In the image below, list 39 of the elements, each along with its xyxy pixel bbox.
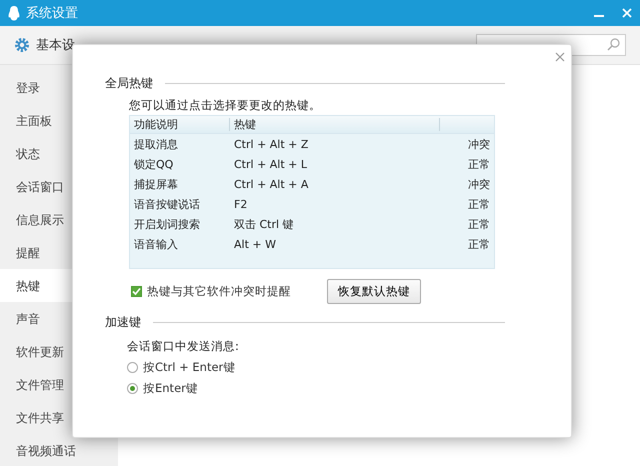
table-cell[interactable]: 语音按键说话 — [130, 196, 230, 212]
section-heading: 加速键 — [105, 314, 141, 331]
sidebar-item[interactable]: 状态 — [0, 137, 118, 170]
table-cell[interactable]: F2 — [230, 198, 440, 210]
table-cell[interactable]: 捕捉屏幕 — [130, 176, 230, 192]
sidebar-item[interactable]: 音视频通话 — [0, 434, 118, 466]
table-cell[interactable]: Ctrl + Alt + Z — [230, 138, 440, 150]
table-cell[interactable]: Alt + W — [230, 238, 440, 250]
sidebar-item[interactable]: 文件共享 — [0, 401, 118, 434]
table-cell-text: 正常 — [467, 216, 490, 232]
table-cell-text: 冲突 — [467, 136, 490, 152]
restore-button[interactable]: 恢复默认热键 — [327, 279, 421, 304]
table-cell[interactable]: Ctrl + Alt + A — [230, 178, 440, 190]
table-cell[interactable]: Ctrl + Alt + L — [230, 158, 440, 170]
hint-text: 您可以通过点击选择要更改的热键。 — [129, 98, 322, 113]
option-label: 会话窗口中发送消息: — [127, 339, 240, 354]
sidebar-item[interactable]: 会话窗口 — [0, 170, 118, 203]
table-cell[interactable]: 锁定QQ — [130, 156, 230, 172]
table-cell[interactable]: 语音输入 — [130, 236, 230, 252]
table-cell[interactable]: 开启划词搜索 — [130, 216, 230, 232]
sidebar-item[interactable]: 文件管理 — [0, 368, 118, 401]
table-cell[interactable]: 提取消息 — [130, 136, 230, 152]
settings-tab[interactable]: 基本设 — [14, 36, 75, 54]
window-title: 系统设置 — [26, 5, 78, 22]
checkbox-label[interactable]: 热键与其它软件冲突时提醒 — [147, 284, 291, 299]
table-cell-text: 正常 — [467, 156, 490, 172]
sidebar-item[interactable]: 软件更新 — [0, 335, 118, 368]
radio-button[interactable]: 按Enter键 — [127, 381, 198, 396]
table-cell[interactable]: 双击 Ctrl 键 — [230, 216, 440, 232]
table-cell-text: 正常 — [467, 196, 490, 212]
sidebar-item[interactable]: 主面板 — [0, 104, 118, 137]
sidebar-item[interactable]: 信息展示 — [0, 203, 118, 236]
table-cell-text: 冲突 — [467, 176, 490, 192]
radio-button[interactable]: 按Ctrl + Enter键 — [127, 360, 236, 375]
table-cell-text: 正常 — [467, 236, 490, 252]
sidebar-item[interactable]: 提醒 — [0, 236, 118, 269]
section-heading: 全局热键 — [105, 75, 153, 92]
column-header[interactable]: 功能说明 — [130, 118, 230, 131]
column-header[interactable]: 热键 — [230, 118, 440, 131]
